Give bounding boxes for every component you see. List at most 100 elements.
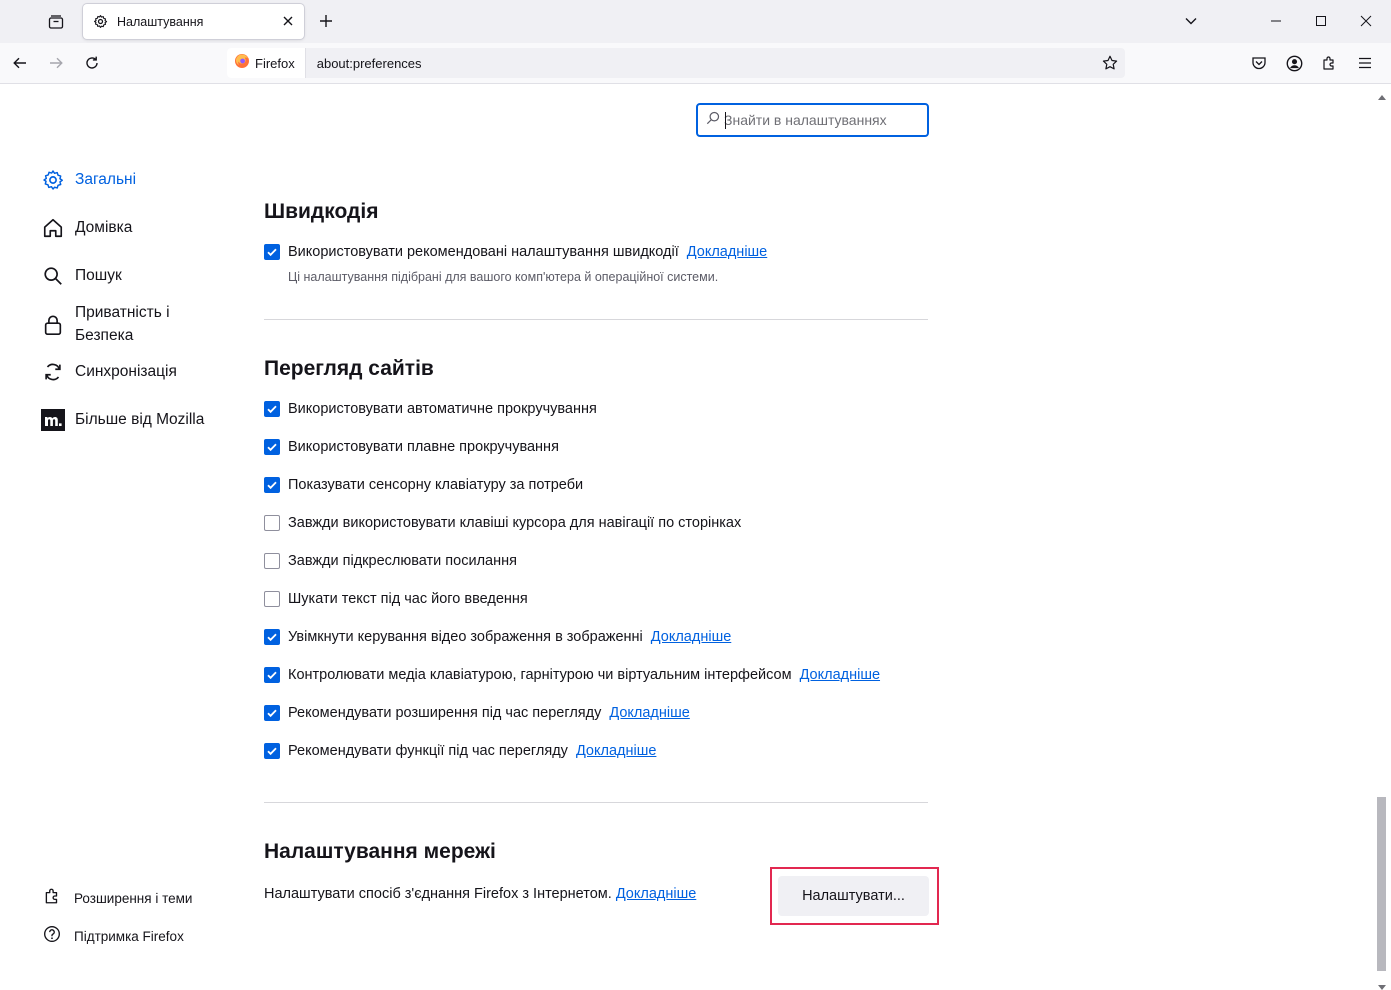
back-button[interactable] [6,49,34,77]
checkbox-checked[interactable] [264,743,280,759]
section-heading-browsing: Перегляд сайтів [264,357,434,380]
sidebar-item-label: Загальні [75,171,137,188]
checkbox-label: Завжди використовувати клавіші курсора д… [288,515,742,531]
network-description: Налаштувати спосіб з'єднання Firefox з І… [264,886,612,902]
lock-icon [41,313,65,337]
checkbox-row-picture-in-picture[interactable]: Увімкнути керування відео зображення в з… [264,627,731,647]
reload-icon [86,56,98,69]
checkbox-checked[interactable] [264,705,280,721]
sidebar-item-privacy[interactable]: Приватність і Безпека [41,301,195,347]
tab-title: Налаштування [117,14,204,29]
scroll-down-arrow-icon[interactable] [1378,978,1386,990]
gear-icon [92,14,108,30]
checkbox-label: Використовувати рекомендовані налаштуван… [288,244,679,260]
checkbox-row-find-as-you-type[interactable]: Шукати текст під час його введення [264,589,528,609]
close-icon [1360,15,1372,27]
section-divider [264,802,928,803]
learn-more-link[interactable]: Докладніше [800,667,880,683]
checkmark-icon [267,248,277,257]
checkbox-checked[interactable] [264,629,280,645]
forward-button[interactable] [42,49,70,77]
scrollbar-thumb[interactable] [1377,797,1386,971]
account-button[interactable] [1281,50,1307,76]
sidebar-item-sync[interactable]: Синхронізація [41,360,177,384]
checkbox-row-media-control[interactable]: Контролювати медіа клавіатурою, гарнітур… [264,665,880,685]
maximize-button[interactable] [1298,0,1344,42]
checkbox-row-smooth-scroll[interactable]: Використовувати плавне прокручування [264,437,559,457]
checkbox-checked[interactable] [264,439,280,455]
learn-more-link[interactable]: Докладніше [687,244,767,260]
preferences-page: Загальні Домівка Пошук Приватність і Без… [0,84,1391,990]
app-menu-button[interactable] [1352,50,1378,76]
checkbox-label: Рекомендувати функції під час перегляду [288,743,568,759]
sidebar-footer-addons[interactable]: Розширення і теми [43,887,192,909]
checkbox-row-underline-links[interactable]: Завжди підкреслювати посилання [264,551,517,571]
sidebar-item-more-from-mozilla[interactable]: Більше від Mozilla [41,408,204,432]
checkbox-label: Рекомендувати розширення під час перегля… [288,705,602,721]
reload-button[interactable] [78,49,106,77]
firefox-view-button[interactable] [40,8,72,36]
firefox-view-icon [48,15,64,29]
bookmark-star-icon[interactable] [1101,54,1119,72]
sidebar-item-home[interactable]: Домівка [41,216,132,240]
puzzle-icon [1323,56,1334,70]
search-icon [706,111,720,129]
sidebar-item-search[interactable]: Пошук [41,264,122,288]
home-icon [41,216,65,240]
learn-more-link[interactable]: Докладніше [576,743,656,759]
close-window-button[interactable] [1343,0,1389,42]
pocket-button[interactable] [1246,50,1272,76]
url-text[interactable]: about:preferences [317,56,422,71]
checkbox-row-recommended-performance[interactable]: Використовувати рекомендовані налаштуван… [264,242,767,262]
list-all-tabs-button[interactable] [1177,8,1205,34]
learn-more-link[interactable]: Докладніше [651,629,731,645]
checkbox-row-touch-keyboard[interactable]: Показувати сенсорну клавіатуру за потреб… [264,475,583,495]
minimize-button[interactable] [1253,0,1299,42]
checkbox-unchecked[interactable] [264,591,280,607]
sidebar-item-label: Приватність і Безпека [75,304,170,344]
scroll-up-arrow-icon[interactable] [1378,87,1386,104]
checkmark-icon [267,671,277,680]
checkbox-row-caret-browsing[interactable]: Завжди використовувати клавіші курсора д… [264,513,741,533]
checkbox-unchecked[interactable] [264,515,280,531]
close-tab-icon[interactable] [280,13,296,29]
url-bar[interactable]: Firefox about:preferences [227,48,1125,78]
checkbox-row-recommend-extensions[interactable]: Рекомендувати розширення під час перегля… [264,703,690,723]
checkmark-icon [267,747,277,756]
search-input[interactable] [724,112,914,128]
checkbox-checked[interactable] [264,401,280,417]
checkbox-checked[interactable] [264,477,280,493]
sidebar-footer-label: Підтримка Firefox [74,928,184,944]
checkbox-row-recommend-features[interactable]: Рекомендувати функції під час перегляду … [264,741,656,761]
chevron-down-icon [1185,18,1197,25]
checkbox-row-autoscroll[interactable]: Використовувати автоматичне прокручуванн… [264,399,597,419]
sidebar-item-general[interactable]: Загальні [41,168,136,192]
learn-more-link[interactable]: Докладніше [609,705,689,721]
puzzle-icon [43,887,61,909]
firefox-logo-icon [234,53,250,73]
checkbox-unchecked[interactable] [264,553,280,569]
search-preferences-field[interactable] [696,103,929,137]
new-tab-button[interactable] [313,8,339,34]
section-divider [264,319,928,320]
learn-more-link[interactable]: Докладніше [616,886,696,902]
scrollbar[interactable] [1373,84,1391,990]
checkmark-icon [267,481,277,490]
sidebar-item-label: Домівка [75,219,133,236]
maximize-icon [1316,16,1326,26]
tab-settings[interactable]: Налаштування [83,4,304,39]
checkbox-checked[interactable] [264,244,280,260]
section-heading-performance: Швидкодія [264,200,379,223]
extensions-button[interactable] [1316,50,1342,76]
sidebar-footer-support[interactable]: Підтримка Firefox [43,925,184,947]
checkbox-label: Контролювати медіа клавіатурою, гарнітур… [288,667,792,683]
connection-settings-button[interactable]: Налаштувати... [778,876,929,916]
account-icon [1286,55,1302,71]
back-arrow-icon [13,57,26,69]
forward-arrow-icon [50,57,63,69]
sync-icon [41,360,65,384]
checkbox-checked[interactable] [264,667,280,683]
identity-box[interactable]: Firefox [227,48,306,78]
checkbox-label: Увімкнути керування відео зображення в з… [288,629,643,645]
checkbox-label: Використовувати автоматичне прокручуванн… [288,401,597,417]
